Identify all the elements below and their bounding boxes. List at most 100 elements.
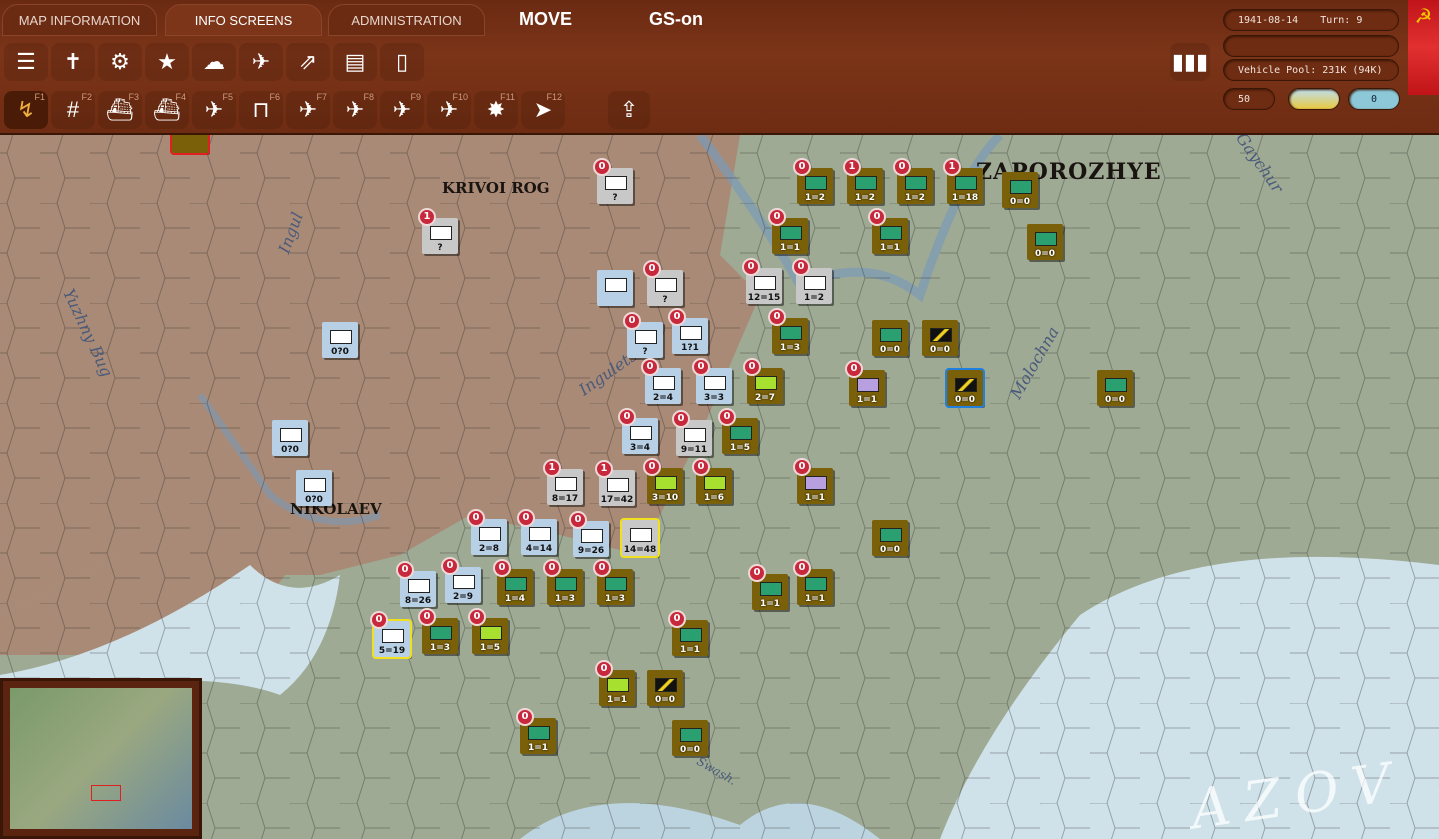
unit-counter[interactable]: ? 0 (623, 312, 663, 358)
unit-counter[interactable]: 1=1 0 (793, 458, 833, 504)
unit-counter[interactable]: 4=14 0 (517, 509, 557, 555)
unit-type-icon (780, 226, 802, 240)
unit-counter[interactable]: 2=4 0 (641, 358, 681, 404)
unit-counter[interactable]: 9=11 0 (672, 410, 712, 456)
unit-counter[interactable]: 2=9 0 (441, 557, 481, 603)
paradrop-icon[interactable]: ✈ F9 (380, 91, 424, 129)
minimap-viewport[interactable] (91, 785, 121, 801)
unit-counter[interactable]: 1=1 0 (793, 559, 833, 605)
gs-toggle[interactable]: GS-on (649, 9, 703, 30)
unit-counter[interactable] (597, 270, 633, 306)
unit-counter[interactable]: 1=3 0 (418, 608, 458, 654)
minimap[interactable] (0, 678, 202, 839)
unit-strength: 1=2 (854, 193, 876, 203)
unit-counter[interactable]: 1=2 1 (843, 158, 883, 204)
unit-counter[interactable]: 12=15 0 (742, 258, 782, 304)
weather-icon[interactable] (1288, 88, 1340, 110)
unit-counter[interactable]: 1=1 0 (748, 564, 788, 610)
unit-counter[interactable]: ? 0 (643, 260, 683, 306)
unit-counter[interactable]: 1=5 0 (468, 608, 508, 654)
air-strike-icon[interactable]: ✈ F7 (286, 91, 330, 129)
minimap-view[interactable] (10, 688, 192, 829)
reports-icon[interactable]: ▤ (333, 43, 377, 81)
upload-icon[interactable]: ⇪ (608, 91, 650, 129)
unit-counter[interactable]: 1=18 1 (943, 158, 983, 204)
unit-counter[interactable]: 1=4 0 (493, 559, 533, 605)
weather-value[interactable]: 0 (1348, 88, 1400, 110)
unit-counter[interactable]: 5=19 0 (370, 611, 412, 659)
unit-counter[interactable]: 2=8 0 (467, 509, 507, 555)
notes-icon[interactable]: ▯ (380, 43, 424, 81)
unit-counter[interactable]: 8=26 0 (396, 561, 436, 607)
unit-counter[interactable]: 0=0 (872, 520, 908, 556)
unit-type-icon (607, 478, 629, 492)
unit-counter[interactable]: 0?0 (272, 420, 308, 456)
unit-counter[interactable]: 0=0 (1097, 370, 1133, 406)
gear-icon[interactable]: ⚙ (98, 43, 142, 81)
stack-icon[interactable]: ▮▮▮ (1170, 43, 1210, 81)
movement-badge: 0 (441, 557, 459, 575)
unit-counter[interactable]: 3=10 0 (643, 458, 683, 504)
unit-type-icon (804, 276, 826, 290)
unit-counter[interactable]: 1=1 0 (516, 708, 556, 754)
unit-counter[interactable]: 9=26 0 (569, 511, 609, 557)
unit-counter[interactable]: 3=4 0 (618, 408, 658, 454)
rail-icon[interactable]: # F2 (51, 91, 95, 129)
unit-counter[interactable]: 1=3 0 (768, 308, 808, 354)
unit-counter[interactable]: 0?0 (296, 470, 332, 506)
unit-counter[interactable]: 0=0 (922, 320, 958, 356)
unit-counter[interactable]: 0?0 (322, 322, 358, 358)
unit-counter[interactable]: 2=7 0 (743, 358, 783, 404)
unit-counter[interactable]: 1=1 0 (845, 360, 885, 406)
naval-icon[interactable]: ⛴ F4 (145, 91, 189, 129)
unit-counter[interactable]: 0=0 (647, 670, 683, 706)
unit-counter[interactable]: 3=3 0 (692, 358, 732, 404)
tab-info-screens[interactable]: INFO SCREENS (165, 4, 322, 36)
tab-map-information[interactable]: MAP INFORMATION (2, 4, 157, 36)
air-base-icon[interactable]: ⊓ F6 (239, 91, 283, 129)
air-recon-icon[interactable]: ✈ F5 (192, 91, 236, 129)
unit-counter[interactable] (170, 135, 210, 155)
unit-strength: 1=3 (429, 643, 451, 653)
attack-icon[interactable]: ✸ F11 (474, 91, 518, 129)
air-transfer-icon[interactable]: ✈ F10 (427, 91, 471, 129)
end-turn-icon[interactable]: ➤ F12 (521, 91, 565, 129)
tab-administration[interactable]: ADMINISTRATION (328, 4, 485, 36)
air-missions-icon[interactable]: ⇗ (286, 43, 330, 81)
unit-counter[interactable]: 8=17 1 (543, 459, 583, 505)
unit-strength: 8=17 (551, 494, 579, 504)
tank-list-icon[interactable]: ☰ (4, 43, 48, 81)
air-battle-icon[interactable]: ✈ (239, 43, 283, 81)
unit-counter[interactable]: 0=0 (945, 368, 985, 408)
unit-counter[interactable]: 1?1 0 (668, 308, 708, 354)
naval-transport-icon[interactable]: ⛴ F3 (98, 91, 142, 129)
unit-counter[interactable]: 0=0 (872, 320, 908, 356)
unit-counter[interactable]: 0=0 (672, 720, 708, 756)
hex-map[interactable]: KRIVOI ROG NIKOLAEV ZAPOROZHYE Ingul Yuz… (0, 135, 1439, 839)
unit-counter[interactable]: ? 0 (593, 158, 633, 204)
graves-icon[interactable]: ✝ (51, 43, 95, 81)
unit-counter[interactable]: 1=2 0 (893, 158, 933, 204)
move-icon[interactable]: ↯ F1 (4, 91, 48, 129)
unit-counter[interactable]: 1=1 0 (668, 610, 708, 656)
unit-type-icon (605, 278, 627, 292)
unit-strength: 9=11 (680, 445, 708, 455)
unit-counter[interactable]: 17=42 1 (595, 460, 635, 506)
unit-counter[interactable]: 1=2 0 (793, 158, 833, 204)
unit-counter[interactable]: 1=1 0 (768, 208, 808, 254)
unit-counter[interactable]: 1=6 0 (692, 458, 732, 504)
weather-icon[interactable]: ☁ (192, 43, 236, 81)
star-icon[interactable]: ★ (145, 43, 189, 81)
unit-counter[interactable]: 0=0 (1002, 172, 1038, 208)
unit-counter[interactable]: 1=3 0 (593, 559, 633, 605)
unit-counter[interactable]: 1=3 0 (543, 559, 583, 605)
unit-counter[interactable]: ? 1 (418, 208, 458, 254)
movement-badge: 0 (792, 258, 810, 276)
bomb-city-icon[interactable]: ✈ F8 (333, 91, 377, 129)
unit-counter[interactable]: 1=1 0 (868, 208, 908, 254)
unit-counter[interactable]: 1=1 0 (595, 660, 635, 706)
unit-counter[interactable]: 0=0 (1027, 224, 1063, 260)
unit-counter[interactable]: 1=5 0 (718, 408, 758, 454)
unit-counter[interactable]: 14=48 (620, 518, 660, 558)
unit-counter[interactable]: 1=2 0 (792, 258, 832, 304)
